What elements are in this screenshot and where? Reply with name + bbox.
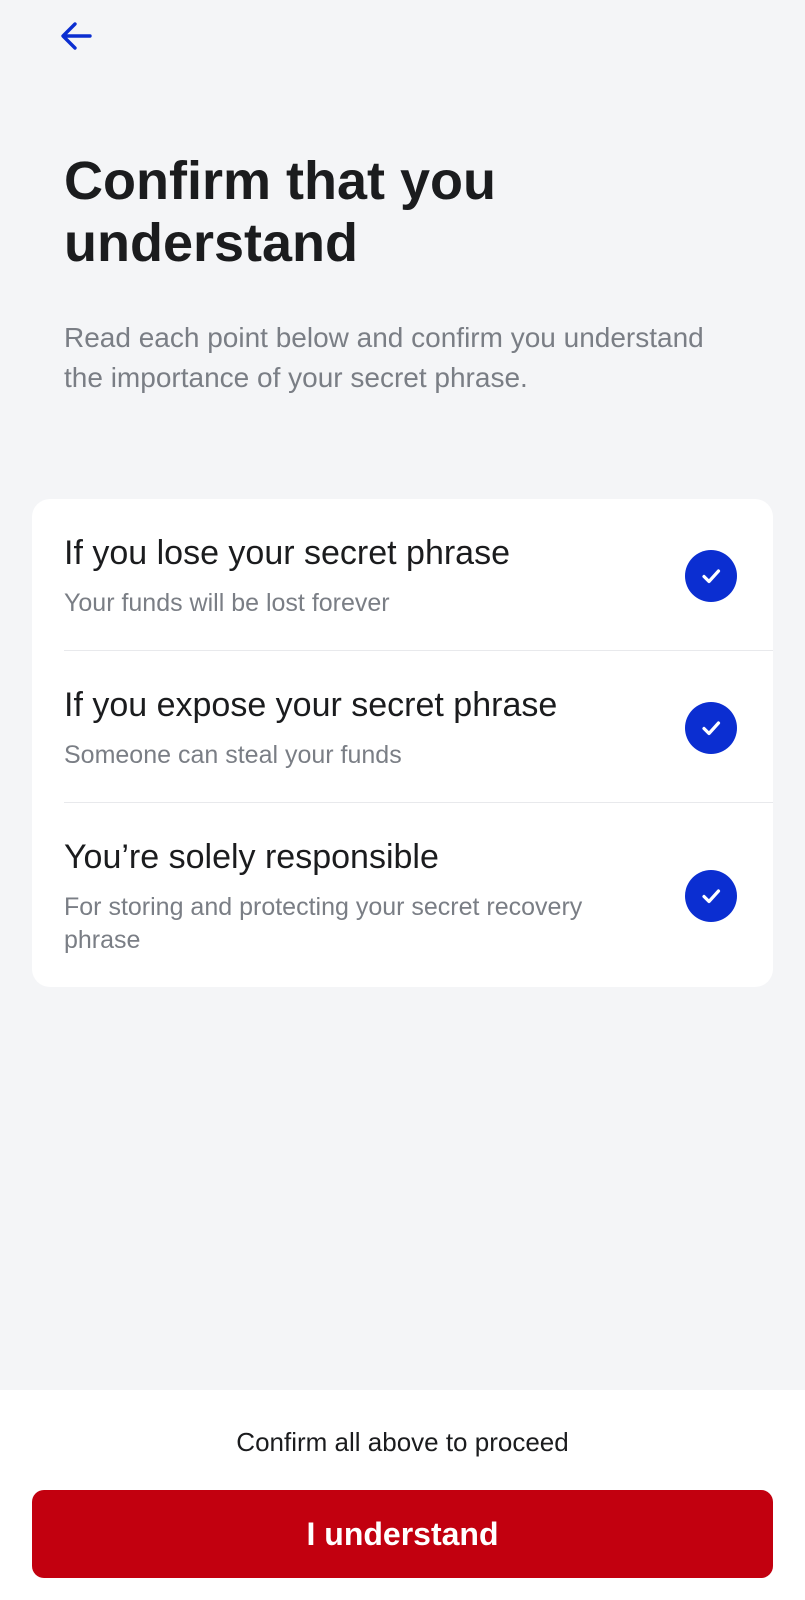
back-button[interactable] bbox=[52, 12, 100, 60]
checkbox-checked[interactable] bbox=[685, 550, 737, 602]
confirmation-list: If you lose your secret phrase Your fund… bbox=[32, 499, 773, 987]
item-description: For storing and protecting your secret r… bbox=[64, 893, 583, 954]
page-subtitle: Read each point below and confirm you un… bbox=[64, 322, 704, 393]
proceed-hint: Confirm all above to proceed bbox=[236, 1427, 569, 1457]
item-title: If you expose your secret phrase bbox=[64, 686, 558, 724]
footer-panel: Confirm all above to proceed I understan… bbox=[0, 1390, 805, 1600]
confirmation-item-expose-phrase[interactable]: If you expose your secret phrase Someone… bbox=[64, 651, 773, 803]
item-description: Someone can steal your funds bbox=[64, 741, 402, 769]
arrow-left-icon bbox=[61, 22, 92, 50]
item-title: You’re solely responsible bbox=[64, 838, 439, 876]
confirmation-item-lose-phrase[interactable]: If you lose your secret phrase Your fund… bbox=[64, 499, 773, 651]
item-title: If you lose your secret phrase bbox=[64, 534, 511, 572]
i-understand-button[interactable]: I understand bbox=[32, 1490, 773, 1578]
checkbox-checked[interactable] bbox=[685, 702, 737, 754]
checkmark-icon bbox=[702, 569, 721, 584]
checkmark-icon bbox=[702, 721, 721, 736]
confirmation-item-responsibility[interactable]: You’re solely responsible For storing an… bbox=[64, 803, 773, 987]
checkmark-icon bbox=[702, 889, 721, 904]
checkbox-checked[interactable] bbox=[685, 870, 737, 922]
item-description: Your funds will be lost forever bbox=[64, 589, 390, 617]
page-title: Confirm that you understand bbox=[64, 151, 496, 273]
